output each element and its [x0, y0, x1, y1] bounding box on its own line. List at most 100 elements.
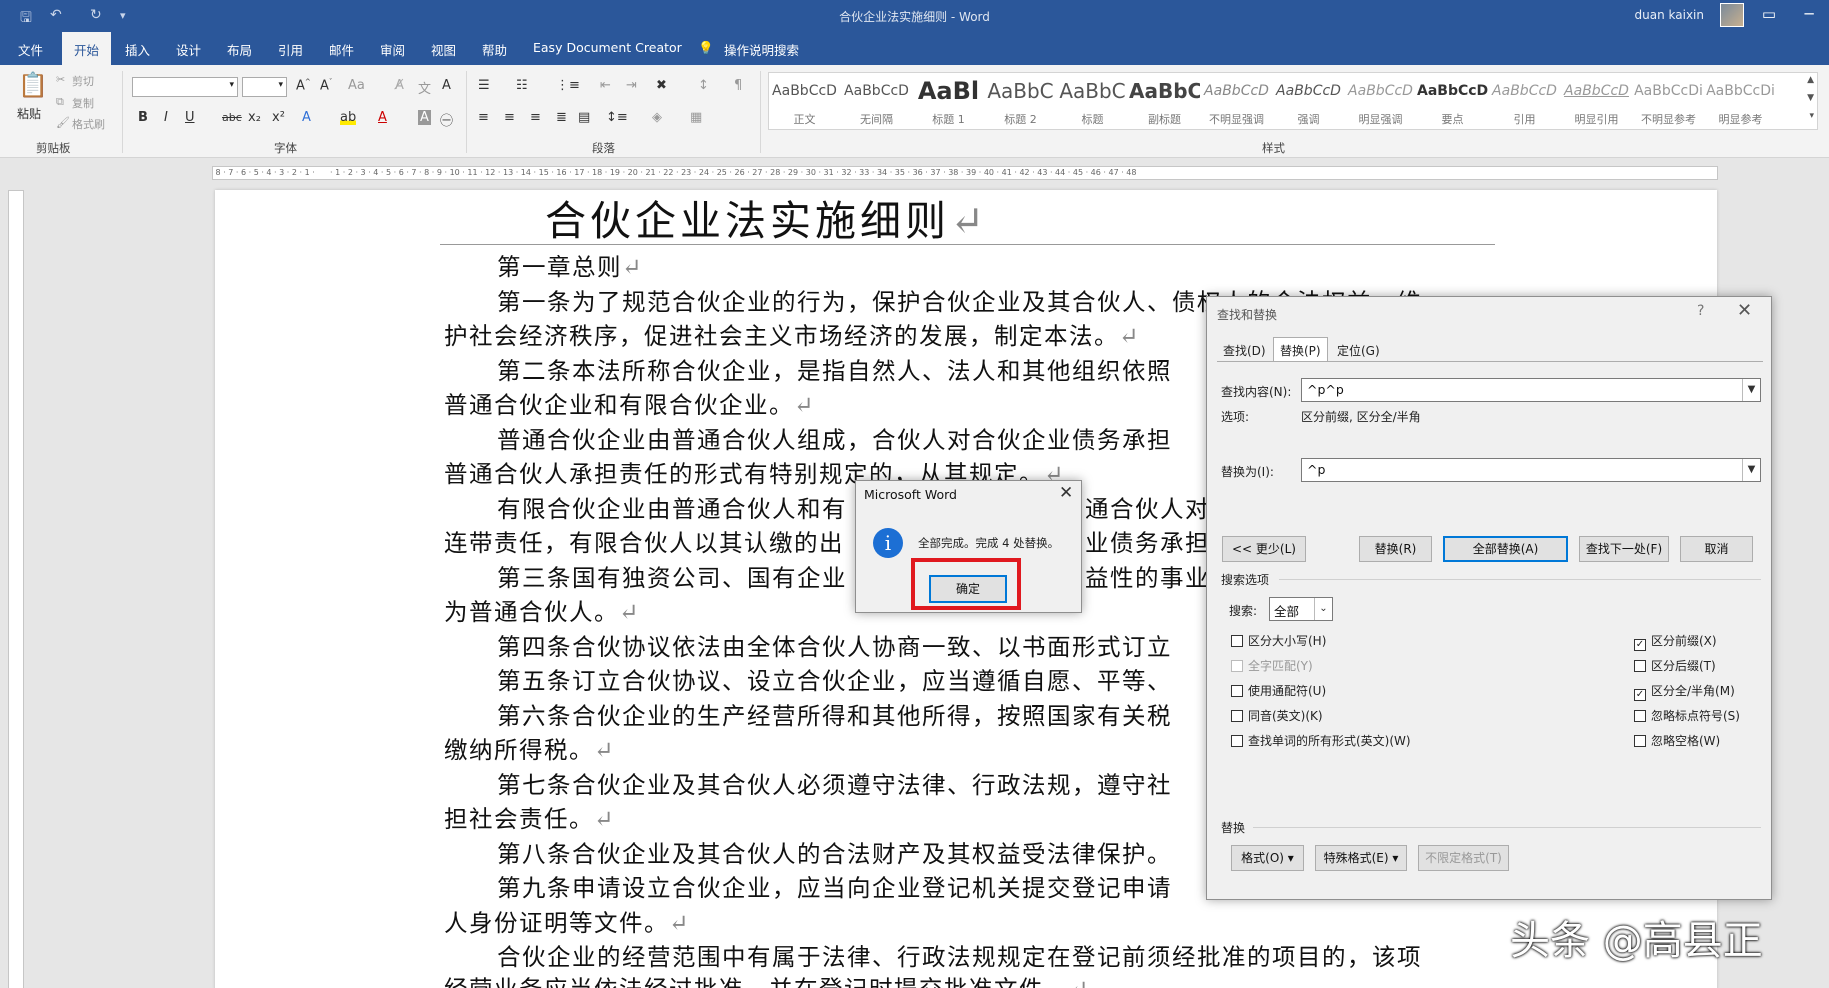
search-direction-select[interactable]: 全部 ⌄ — [1269, 597, 1333, 621]
copy-button[interactable]: 复制 — [72, 95, 94, 111]
close-icon[interactable]: ✕ — [1059, 483, 1073, 503]
close-icon[interactable]: ✕ — [1737, 300, 1752, 321]
horizontal-ruler[interactable]: 8 · 7 · 6 · 5 · 4 · 3 · 2 · 1 · · 1 · 2 … — [212, 166, 1718, 180]
match-suffix-checkbox[interactable]: 区分后缀(T) — [1634, 657, 1716, 674]
align-left-icon[interactable]: ≡ — [478, 110, 489, 125]
vertical-ruler[interactable] — [8, 190, 24, 988]
character-shading-icon[interactable]: A — [418, 110, 431, 125]
tab-view[interactable]: 视图 — [431, 40, 456, 59]
sounds-like-checkbox[interactable]: 同音(英文)(K) — [1231, 707, 1323, 724]
tab-easy-document-creator[interactable]: Easy Document Creator — [533, 40, 682, 55]
align-right-icon[interactable]: ≡ — [530, 110, 541, 125]
style-heading-2[interactable]: AaBbC 标题 2 — [985, 73, 1056, 131]
align-center-icon[interactable]: ≡ — [504, 110, 515, 125]
style-subtle-reference[interactable]: AaBbCcDi 不明显参考 — [1633, 73, 1704, 131]
increase-indent-icon[interactable]: ⇥ — [626, 78, 637, 93]
font-color-icon[interactable]: A — [378, 110, 387, 125]
style-normal[interactable]: AaBbCcD 正文 — [769, 73, 840, 131]
wildcards-checkbox[interactable]: 使用通配符(U) — [1231, 682, 1326, 699]
paste-icon[interactable]: 📋 — [18, 71, 48, 99]
gallery-up-icon[interactable]: ▲ — [1807, 75, 1814, 85]
match-width-checkbox[interactable]: ✓ 区分全/半角(M) — [1634, 682, 1735, 701]
format-painter-button[interactable]: 格式刷 — [72, 116, 105, 132]
tell-me-search[interactable]: 操作说明搜索 — [724, 40, 799, 59]
match-prefix-checkbox[interactable]: ✓ 区分前缀(X) — [1634, 632, 1717, 651]
style-intense-quote[interactable]: AaBbCcD 明显引用 — [1561, 73, 1632, 131]
shrink-font-icon[interactable]: Aˇ — [320, 78, 332, 93]
enclose-characters-icon[interactable]: ㊀ — [440, 110, 453, 129]
change-case-icon[interactable]: Aa — [348, 78, 365, 93]
italic-icon[interactable]: I — [164, 110, 168, 125]
style-intense-emphasis[interactable]: AaBbCcD 明显强调 — [1345, 73, 1416, 131]
avatar[interactable] — [1720, 3, 1744, 27]
tab-design[interactable]: 设计 — [176, 40, 201, 59]
show-marks-icon[interactable]: ¶ — [734, 78, 742, 93]
chinese-layout-icon[interactable]: ✖ — [656, 78, 667, 93]
phonetic-guide-icon[interactable]: 文 — [418, 78, 431, 97]
numbering-icon[interactable]: ☷ — [516, 78, 528, 93]
chevron-down-icon[interactable]: ▼ — [1742, 379, 1760, 401]
style-subtitle[interactable]: AaBbC 副标题 — [1129, 73, 1200, 131]
ignore-spaces-checkbox[interactable]: 忽略空格(W) — [1634, 732, 1720, 749]
tab-references[interactable]: 引用 — [278, 40, 303, 59]
style-quote[interactable]: AaBbCcD 引用 — [1489, 73, 1560, 131]
shading-icon[interactable]: ◈ — [652, 110, 662, 125]
style-emphasis[interactable]: AaBbCcD 强调 — [1273, 73, 1344, 131]
ignore-punctuation-checkbox[interactable]: 忽略标点符号(S) — [1634, 707, 1740, 724]
style-no-spacing[interactable]: AaBbCcD 无间隔 — [841, 73, 912, 131]
format-button[interactable]: 格式(O) ▾ — [1231, 845, 1304, 871]
bold-icon[interactable]: B — [138, 110, 148, 125]
tab-help[interactable]: 帮助 — [482, 40, 507, 59]
distributed-icon[interactable]: ▤ — [578, 110, 590, 125]
multilevel-list-icon[interactable]: ⋮≡ — [556, 78, 580, 93]
find-next-button[interactable]: 查找下一处(F) — [1579, 536, 1669, 562]
replace-button[interactable]: 替换(R) — [1359, 536, 1432, 562]
character-border-icon[interactable]: A — [442, 78, 451, 93]
minimize-icon[interactable]: ─ — [1794, 5, 1824, 23]
less-button[interactable]: << 更少(L) — [1222, 536, 1306, 562]
tab-insert[interactable]: 插入 — [125, 40, 150, 59]
tab-layout[interactable]: 布局 — [227, 40, 252, 59]
help-icon[interactable]: ? — [1697, 303, 1704, 319]
word-forms-checkbox[interactable]: 查找单词的所有形式(英文)(W) — [1231, 732, 1411, 749]
user-name[interactable]: duan kaixin — [1635, 8, 1704, 22]
bullets-icon[interactable]: ☰ — [478, 78, 490, 93]
font-size-combo[interactable]: ▾ — [242, 77, 287, 97]
match-case-checkbox[interactable]: 区分大小写(H) — [1231, 632, 1326, 649]
tab-replace[interactable]: 替换(P) — [1273, 337, 1328, 362]
replace-all-button[interactable]: 全部替换(A) — [1443, 536, 1568, 562]
tab-mailings[interactable]: 邮件 — [329, 40, 354, 59]
tab-home[interactable]: 开始 — [62, 32, 112, 65]
style-title[interactable]: AaBbC 标题 — [1057, 73, 1128, 131]
style-intense-reference[interactable]: AaBbCcDi 明显参考 — [1705, 73, 1776, 131]
underline-icon[interactable]: U — [185, 110, 195, 125]
gallery-more-icon[interactable]: ▾ — [1809, 111, 1814, 121]
tab-goto[interactable]: 定位(G) — [1337, 342, 1380, 359]
highlight-icon[interactable]: ab — [340, 110, 357, 125]
superscript-icon[interactable]: x² — [272, 110, 285, 125]
tab-review[interactable]: 审阅 — [380, 40, 405, 59]
strikethrough-icon[interactable]: abc — [222, 111, 242, 124]
line-spacing-icon[interactable]: ↕≡ — [606, 110, 628, 125]
justify-icon[interactable]: ≣ — [556, 110, 567, 125]
text-effects-icon[interactable]: A — [302, 110, 311, 125]
cancel-button[interactable]: 取消 — [1680, 536, 1753, 562]
ribbon-display-icon[interactable]: ▭ — [1754, 5, 1784, 23]
paste-button[interactable]: 粘贴 — [17, 105, 41, 122]
decrease-indent-icon[interactable]: ⇤ — [600, 78, 611, 93]
replace-input[interactable]: ^p ▼ — [1301, 458, 1761, 482]
grow-font-icon[interactable]: A^ — [296, 78, 311, 93]
ok-button[interactable]: 确定 — [929, 575, 1007, 603]
style-subtle-emphasis[interactable]: AaBbCcD 不明显强调 — [1201, 73, 1272, 131]
tab-find[interactable]: 查找(D) — [1223, 342, 1266, 359]
sort-icon[interactable]: ↕ — [698, 78, 709, 93]
font-name-combo[interactable]: ▾ — [132, 77, 238, 97]
find-input[interactable]: ^p^p ▼ — [1301, 378, 1761, 402]
subscript-icon[interactable]: x₂ — [248, 110, 261, 125]
chevron-down-icon[interactable]: ⌄ — [1314, 598, 1332, 620]
style-heading-1[interactable]: AaBl 标题 1 — [913, 73, 984, 131]
cut-button[interactable]: 剪切 — [72, 73, 94, 89]
borders-icon[interactable]: ▦ — [690, 110, 702, 125]
gallery-down-icon[interactable]: ▼ — [1807, 93, 1814, 103]
chevron-down-icon[interactable]: ▼ — [1742, 459, 1760, 481]
